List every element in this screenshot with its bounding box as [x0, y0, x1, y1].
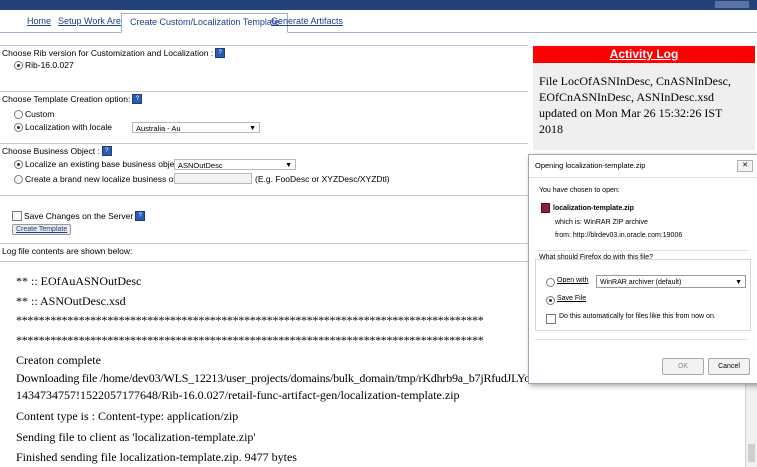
rib-version-radio[interactable] — [14, 61, 23, 70]
auto-label: Do this automatically for files like thi… — [559, 313, 716, 320]
tab-create-template[interactable]: Create Custom/Localization Template — [121, 13, 289, 33]
locale-select[interactable]: Australia - Au ▼ — [132, 122, 260, 133]
business-object-value: ASNOutDesc — [178, 161, 223, 170]
ok-button[interactable]: OK — [662, 358, 704, 375]
open-with-app: WinRAR archiver (default) — [600, 279, 682, 286]
file-name: localization-template.zip — [553, 204, 634, 212]
tab-bar: Home Setup Work Areas Create Custom/Loca… — [0, 10, 757, 33]
log-line: ** :: ASNOutDesc.xsd — [16, 294, 126, 308]
dialog-titlebar: Opening localization-template.zip ✕ — [529, 155, 757, 178]
help-icon[interactable]: ? — [101, 146, 112, 156]
log-line: Downloading file /home/dev03/WLS_12213/u… — [16, 371, 575, 385]
file-row: localization-template.zip — [541, 203, 634, 213]
business-object-select[interactable]: ASNOutDesc ▼ — [174, 159, 296, 170]
log-line: ****************************************… — [16, 333, 484, 347]
business-section: Choose Business Object :? — [2, 146, 112, 156]
log-scrollbar[interactable] — [745, 382, 757, 467]
banner-corner — [715, 1, 749, 8]
auto-checkbox[interactable] — [546, 314, 556, 324]
log-heading: Log file contents are shown below: — [2, 246, 133, 256]
tab-generate-artifacts[interactable]: Generate Artifacts — [271, 13, 343, 31]
chosen-label: You have chosen to open: — [539, 187, 620, 194]
activity-log-message: File LocOfASNInDesc, CnASNInDesc, EOfCnA… — [533, 63, 755, 150]
business-heading: Choose Business Object : — [2, 146, 100, 156]
open-with-radio[interactable] — [546, 278, 555, 287]
section-divider — [0, 143, 528, 144]
scrollbar-thumb[interactable] — [748, 444, 755, 462]
template-section: Choose Template Creation option:? — [2, 94, 143, 104]
open-with-select[interactable]: WinRAR archiver (default) ▼ — [596, 275, 746, 288]
dialog-title: Opening localization-template.zip — [535, 161, 646, 170]
localization-radio[interactable] — [14, 123, 23, 132]
archive-icon — [541, 203, 550, 213]
log-line: Finished sending file localization-templ… — [16, 450, 297, 464]
save-changes-checkbox[interactable] — [12, 211, 22, 221]
log-line: 1434734757!1522057177648/Rib-16.0.027/re… — [16, 388, 460, 402]
locale-value: Australia - Au — [136, 124, 181, 133]
new-object-radio[interactable] — [14, 175, 23, 184]
log-line: ** :: EOfAuASNOutDesc — [16, 274, 142, 288]
close-icon[interactable]: ✕ — [737, 160, 753, 172]
activity-log-title: Activity Log — [533, 46, 755, 63]
section-divider — [0, 195, 528, 196]
log-line: ****************************************… — [16, 313, 484, 327]
tab-home[interactable]: Home — [27, 13, 51, 31]
help-icon[interactable]: ? — [215, 48, 226, 58]
top-banner — [0, 0, 757, 10]
log-line: Creaton complete — [16, 353, 101, 367]
open-with-label: Open with — [557, 277, 589, 284]
custom-radio[interactable] — [14, 110, 23, 119]
chevron-down-icon: ▼ — [249, 125, 256, 132]
activity-log-panel: Activity Log File LocOfASNInDesc, CnASNI… — [533, 46, 755, 150]
custom-label: Custom — [25, 109, 55, 119]
dialog-divider — [535, 250, 749, 251]
rib-section: Choose Rib version for Customization and… — [2, 48, 226, 58]
save-changes-row: Save Changes on the Server? — [24, 211, 146, 221]
new-object-hint: (E.g. FooDesc or XYZDesc/XYZDtl) — [255, 174, 390, 184]
section-divider — [0, 45, 528, 46]
file-source: from: http://blrdev03.in.oracle.com:1900… — [555, 232, 683, 239]
tab-setup-work-areas[interactable]: Setup Work Areas — [58, 13, 130, 31]
section-divider — [0, 91, 528, 92]
rib-version-label: Rib-16.0.027 — [25, 60, 74, 70]
dialog-divider — [535, 339, 749, 340]
save-file-radio[interactable] — [546, 296, 555, 305]
existing-object-radio[interactable] — [14, 160, 23, 169]
file-type: which is: WinRAR ZIP archive — [555, 219, 648, 226]
save-changes-label: Save Changes on the Server — [24, 211, 134, 221]
rib-heading: Choose Rib version for Customization and… — [2, 48, 214, 58]
log-line: Sending file to client as 'localization-… — [16, 430, 256, 444]
save-file-label: Save File — [557, 295, 587, 302]
new-object-label: Create a brand new localize business obj… — [25, 174, 197, 184]
localization-label: Localization with locale — [25, 122, 112, 132]
cancel-button[interactable]: Cancel — [708, 358, 750, 375]
create-template-button[interactable]: Create Template — [12, 224, 72, 235]
log-line: Content type is : Content-type: applicat… — [16, 409, 239, 423]
template-heading: Choose Template Creation option: — [2, 94, 131, 104]
existing-object-label: Localize an existing base business objec… — [25, 159, 186, 169]
action-group: Open with WinRAR archiver (default) ▼ Sav… — [535, 259, 751, 331]
download-dialog: Opening localization-template.zip ✕ You … — [528, 154, 757, 384]
chevron-down-icon: ▼ — [285, 162, 292, 169]
chevron-down-icon: ▼ — [735, 279, 742, 286]
help-icon[interactable]: ? — [135, 211, 146, 221]
help-icon[interactable]: ? — [132, 94, 143, 104]
new-object-input[interactable] — [174, 173, 252, 184]
